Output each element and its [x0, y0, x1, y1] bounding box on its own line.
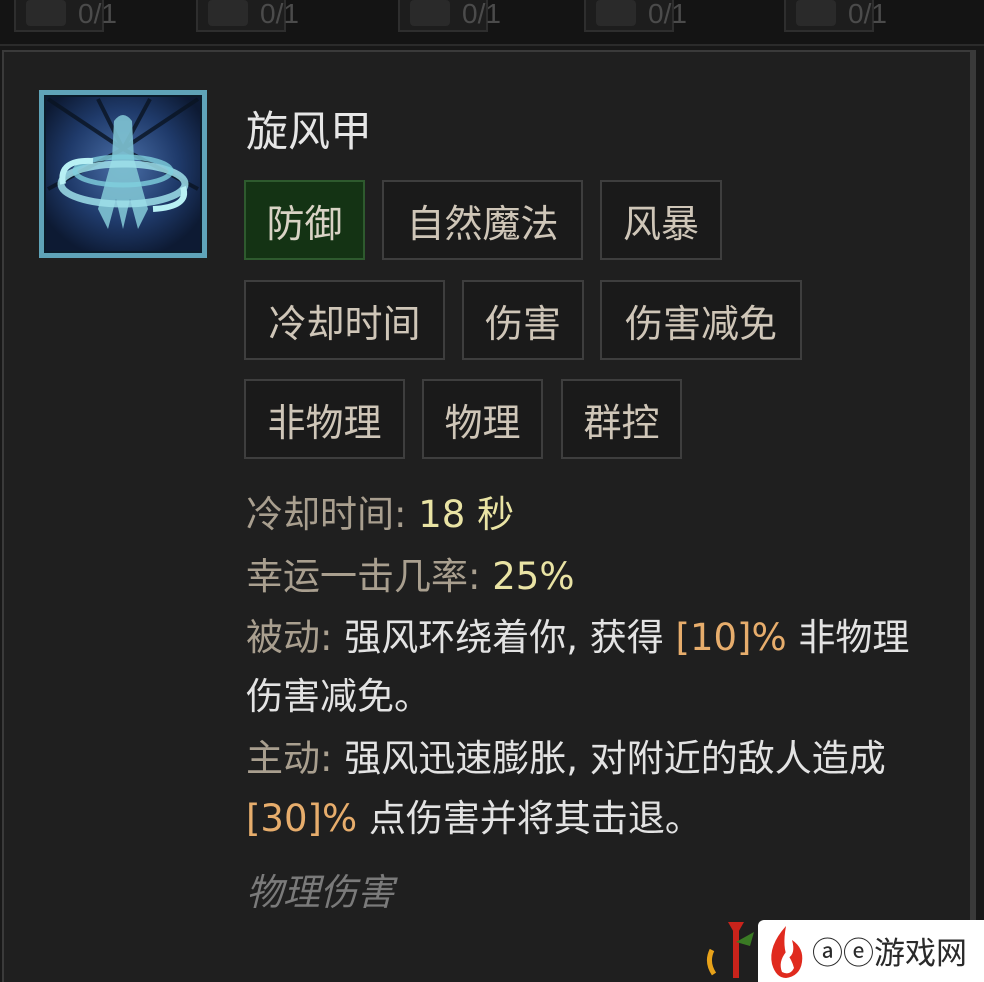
skill-slot-count: 0/1	[78, 0, 117, 29]
skill-slot-count: 0/1	[848, 0, 887, 29]
skill-slot-icon	[596, 0, 636, 26]
lucky-hit-value: 25%	[492, 555, 575, 598]
active-line: 主动: 强风迅速膨胀, 对附近的敌人造成	[246, 728, 886, 782]
flame-logo-icon	[771, 926, 803, 978]
skill-slot[interactable]: 0/1	[196, 0, 299, 32]
skill-slot-strip: 0/1 0/1 0/1 0/1 0/1	[0, 0, 984, 46]
skill-slot[interactable]: 0/1	[398, 0, 501, 32]
skill-slot[interactable]: 0/1	[14, 0, 117, 32]
skill-slot-count: 0/1	[648, 0, 687, 29]
skill-slot-count: 0/1	[260, 0, 299, 29]
cooldown-line: 冷却时间: 18 秒	[246, 484, 514, 538]
whirlwind-armor-icon	[39, 90, 207, 258]
tag-cooldown: 冷却时间	[244, 280, 445, 360]
active-text: 强风迅速膨胀, 对附近的敌人造成	[344, 737, 886, 780]
tag-damage: 伤害	[462, 280, 584, 360]
skill-slot-count: 0/1	[462, 0, 501, 29]
tag-storm: 风暴	[600, 180, 722, 260]
passive-value: [10]%	[675, 616, 787, 659]
damage-type: 物理伤害	[246, 871, 394, 914]
tag-crowd-control: 群控	[561, 379, 682, 459]
passive-text-3: 伤害减免。	[246, 675, 431, 718]
passive-line-2: 伤害减免。	[246, 666, 431, 720]
passive-text: 强风环绕着你, 获得	[344, 616, 664, 659]
active-label: 主动:	[246, 737, 333, 780]
cooldown-value: 18 秒	[418, 493, 515, 536]
lucky-hit-label: 幸运一击几率:	[246, 555, 481, 598]
lucky-hit-line: 幸运一击几率: 25%	[246, 546, 574, 600]
tag-non-physical: 非物理	[244, 379, 405, 459]
active-value: [30]%	[246, 797, 358, 840]
skill-slot-icon	[26, 0, 66, 26]
passive-text-2: 非物理	[798, 616, 910, 659]
skill-title: 旋风甲	[246, 107, 373, 156]
skill-slot-icon	[796, 0, 836, 26]
skill-slot[interactable]: 0/1	[784, 0, 887, 32]
active-line-2: [30]% 点伤害并将其击退。	[246, 788, 702, 842]
skill-slot[interactable]: 0/1	[584, 0, 687, 32]
passive-line: 被动: 强风环绕着你, 获得 [10]% 非物理	[246, 607, 909, 661]
passive-label: 被动:	[246, 616, 333, 659]
active-text-2: 点伤害并将其击退。	[368, 797, 702, 840]
tag-physical: 物理	[422, 379, 543, 459]
skill-slot-icon	[208, 0, 248, 26]
watermark-text: ⓐⓔ游戏网	[812, 936, 967, 972]
skill-slot-icon	[410, 0, 450, 26]
tag-defense: 防御	[244, 180, 365, 260]
cooldown-label: 冷却时间:	[246, 493, 407, 536]
watermark-badge-icon	[706, 922, 754, 978]
tag-damage-reduction: 伤害减免	[600, 280, 802, 360]
tag-nature-magic: 自然魔法	[382, 180, 583, 260]
